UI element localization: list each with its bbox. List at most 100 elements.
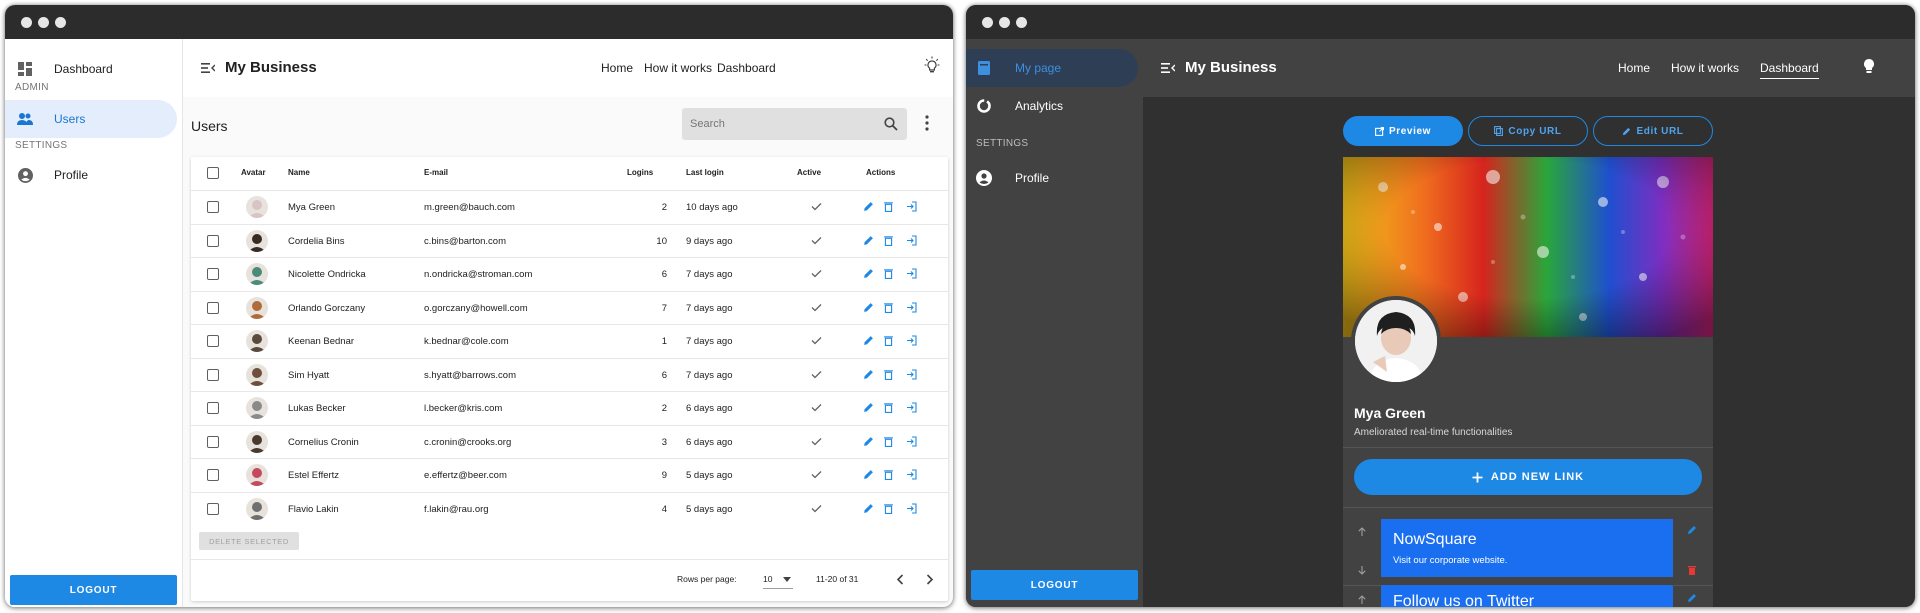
add-new-link-button[interactable]: ADD NEW LINK xyxy=(1354,459,1702,495)
search-icon[interactable] xyxy=(884,117,898,131)
login-as-icon[interactable] xyxy=(906,469,917,480)
sidebar-item-analytics[interactable]: Analytics xyxy=(966,87,1138,125)
nav-dashboard-link[interactable]: Dashboard xyxy=(717,61,776,75)
edit-icon[interactable] xyxy=(863,436,874,447)
row-checkbox[interactable] xyxy=(207,268,219,280)
table-row[interactable]: Sim Hyatt s.hyatt@barrows.com 6 7 days ago xyxy=(191,357,948,391)
link-card[interactable]: NowSquare Visit our corporate website. xyxy=(1381,519,1673,577)
lightbulb-outline-icon[interactable] xyxy=(922,56,942,76)
nav-home-link[interactable]: Home xyxy=(601,61,633,75)
copy-url-button[interactable]: Copy URL xyxy=(1468,116,1588,146)
search-placeholder: Search xyxy=(690,118,725,130)
select-all-checkbox[interactable] xyxy=(207,167,219,179)
logout-button[interactable]: LOGOUT xyxy=(10,575,177,605)
preview-button[interactable]: Preview xyxy=(1343,116,1463,146)
delete-icon[interactable] xyxy=(883,235,894,246)
edit-icon[interactable] xyxy=(863,235,874,246)
table-row[interactable]: Cordelia Bins c.bins@barton.com 10 9 days a… xyxy=(191,223,948,257)
row-checkbox[interactable] xyxy=(207,469,219,481)
edit-icon[interactable] xyxy=(863,402,874,413)
sidebar-item-profile[interactable]: Profile xyxy=(966,159,1138,197)
table-row[interactable]: Keenan Bednar k.bednar@cole.com 1 7 days ag… xyxy=(191,324,948,357)
edit-icon[interactable] xyxy=(863,335,874,346)
user-email: c.bins@barton.com xyxy=(424,235,506,247)
delete-selected-button[interactable]: DELETE SELECTED xyxy=(199,532,299,550)
user-logins: 9 xyxy=(661,470,667,481)
row-checkbox[interactable] xyxy=(207,335,219,347)
delete-icon[interactable] xyxy=(883,436,894,447)
delete-icon[interactable] xyxy=(883,201,894,212)
menu-open-icon[interactable] xyxy=(1161,61,1175,75)
login-as-icon[interactable] xyxy=(906,201,917,212)
nav-how-it-works-link[interactable]: How it works xyxy=(644,61,712,75)
arrow-down-icon[interactable] xyxy=(1357,565,1367,575)
login-as-icon[interactable] xyxy=(906,435,917,447)
table-row[interactable]: Nicolette Ondricka n.ondricka@stroman.com… xyxy=(191,257,948,290)
delete-icon[interactable] xyxy=(883,268,894,279)
row-checkbox[interactable] xyxy=(207,502,219,515)
chevron-right-icon[interactable] xyxy=(926,574,934,585)
row-checkbox[interactable] xyxy=(207,435,219,448)
column-header[interactable]: Last login xyxy=(686,168,724,177)
column-header[interactable]: E-mail xyxy=(424,168,448,177)
more-vert-icon[interactable] xyxy=(925,115,929,131)
pencil-icon[interactable] xyxy=(1687,525,1697,535)
table-row[interactable]: Lukas Becker l.becker@kris.com 2 6 days ago xyxy=(191,391,948,424)
login-as-icon[interactable] xyxy=(906,301,917,313)
sidebar-item-users[interactable]: Users xyxy=(5,100,177,138)
link-card[interactable]: Follow us on Twitter xyxy=(1381,585,1673,607)
rows-per-page-select[interactable]: 10 xyxy=(763,574,793,589)
login-as-icon[interactable] xyxy=(906,402,917,413)
pencil-icon[interactable] xyxy=(1687,593,1697,603)
delete-icon[interactable] xyxy=(883,369,894,380)
nav-dashboard-link[interactable]: Dashboard xyxy=(1760,61,1819,79)
dashboard-icon xyxy=(17,61,33,77)
row-checkbox[interactable] xyxy=(207,201,219,213)
edit-icon[interactable] xyxy=(863,268,874,279)
delete-icon[interactable] xyxy=(883,335,894,346)
column-header[interactable]: Logins xyxy=(627,168,653,177)
delete-icon[interactable] xyxy=(883,469,894,480)
login-as-icon[interactable] xyxy=(906,368,917,380)
nav-how-it-works-link[interactable]: How it works xyxy=(1671,61,1739,75)
login-as-icon[interactable] xyxy=(906,268,917,279)
table-row[interactable]: Mya Green m.green@bauch.com 2 10 days ago xyxy=(191,190,948,223)
login-as-icon[interactable] xyxy=(906,502,917,514)
lightbulb-icon[interactable] xyxy=(1859,56,1879,76)
settings-section-title: SETTINGS xyxy=(15,140,68,151)
column-header[interactable]: Active xyxy=(797,168,821,177)
edit-icon[interactable] xyxy=(863,369,874,380)
edit-url-button[interactable]: Edit URL xyxy=(1593,116,1713,146)
logout-button[interactable]: LOGOUT xyxy=(971,570,1138,600)
delete-icon[interactable] xyxy=(883,402,894,413)
user-name: Flavio Lakin xyxy=(288,503,339,515)
search-input[interactable]: Search xyxy=(682,108,907,140)
profile-avatar[interactable] xyxy=(1351,296,1441,386)
arrow-up-icon[interactable] xyxy=(1357,595,1367,605)
sidebar-item-profile[interactable]: Profile xyxy=(5,156,177,194)
column-header[interactable]: Name xyxy=(288,168,310,177)
delete-icon[interactable] xyxy=(883,302,894,313)
edit-icon[interactable] xyxy=(863,302,874,313)
row-checkbox[interactable] xyxy=(207,402,219,414)
edit-icon[interactable] xyxy=(863,503,874,514)
menu-open-icon[interactable] xyxy=(201,61,215,75)
user-logins: 1 xyxy=(661,336,667,347)
login-as-icon[interactable] xyxy=(906,335,917,346)
row-checkbox[interactable] xyxy=(207,234,219,247)
delete-icon[interactable] xyxy=(1687,565,1697,575)
table-row[interactable]: Cornelius Cronin c.cronin@crooks.org 3 6 da… xyxy=(191,424,948,458)
table-row[interactable]: Flavio Lakin f.lakin@rau.org 4 5 days ago xyxy=(191,491,948,525)
edit-icon[interactable] xyxy=(863,201,874,212)
delete-icon[interactable] xyxy=(883,503,894,514)
sidebar-item-my-page[interactable]: My page xyxy=(966,49,1138,87)
login-as-icon[interactable] xyxy=(906,234,917,246)
row-checkbox[interactable] xyxy=(207,368,219,381)
nav-home-link[interactable]: Home xyxy=(1618,61,1650,75)
arrow-up-icon[interactable] xyxy=(1357,527,1367,537)
row-checkbox[interactable] xyxy=(207,301,219,314)
edit-icon[interactable] xyxy=(863,469,874,480)
chevron-left-icon[interactable] xyxy=(896,574,904,585)
table-row[interactable]: Orlando Gorczany o.gorczany@howell.com 7 7 … xyxy=(191,290,948,324)
table-row[interactable]: Estel Effertz e.effertz@beer.com 9 5 days a… xyxy=(191,458,948,491)
